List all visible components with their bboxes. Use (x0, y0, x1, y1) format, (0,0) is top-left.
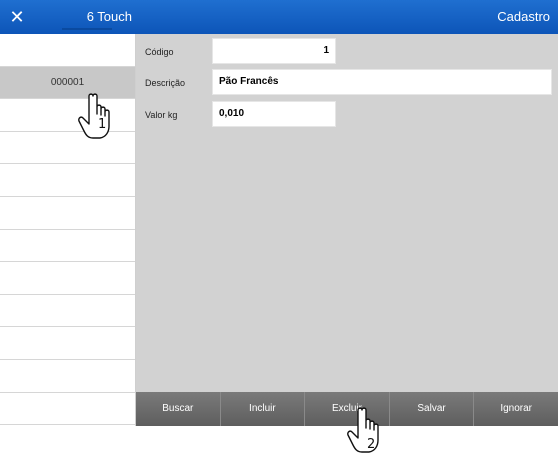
form-panel: Código 1 Descrição Pão Francês Valor kg … (136, 34, 558, 392)
list-item[interactable] (0, 393, 135, 426)
ignorar-button[interactable]: Ignorar (474, 392, 558, 426)
codigo-label: Código (145, 47, 174, 57)
title-underline (62, 28, 112, 30)
descricao-field[interactable]: Pão Francês (212, 69, 552, 95)
valor-kg-label: Valor kg (145, 110, 178, 120)
close-button[interactable]: ✕ (0, 0, 34, 34)
close-icon: ✕ (9, 6, 25, 28)
list-item[interactable] (0, 360, 135, 393)
step-number-1: 1 (98, 117, 107, 132)
list-item[interactable] (0, 197, 135, 230)
step-number-2: 2 (367, 437, 376, 452)
list-item[interactable] (0, 230, 135, 263)
buscar-button[interactable]: Buscar (136, 392, 221, 426)
salvar-button[interactable]: Salvar (389, 392, 475, 426)
list-item[interactable] (0, 327, 135, 360)
list-item[interactable] (0, 164, 135, 197)
descricao-label: Descrição (145, 78, 186, 88)
codigo-field[interactable]: 1 (212, 38, 336, 64)
list-item[interactable] (0, 34, 135, 67)
list-item[interactable] (0, 295, 135, 328)
title-bar: ✕ 6 Touch Cadastro (0, 0, 558, 34)
screen-title: Cadastro (497, 9, 550, 24)
incluir-button[interactable]: Incluir (220, 392, 306, 426)
list-item[interactable] (0, 262, 135, 295)
valor-kg-field[interactable]: 0,010 (212, 101, 336, 127)
